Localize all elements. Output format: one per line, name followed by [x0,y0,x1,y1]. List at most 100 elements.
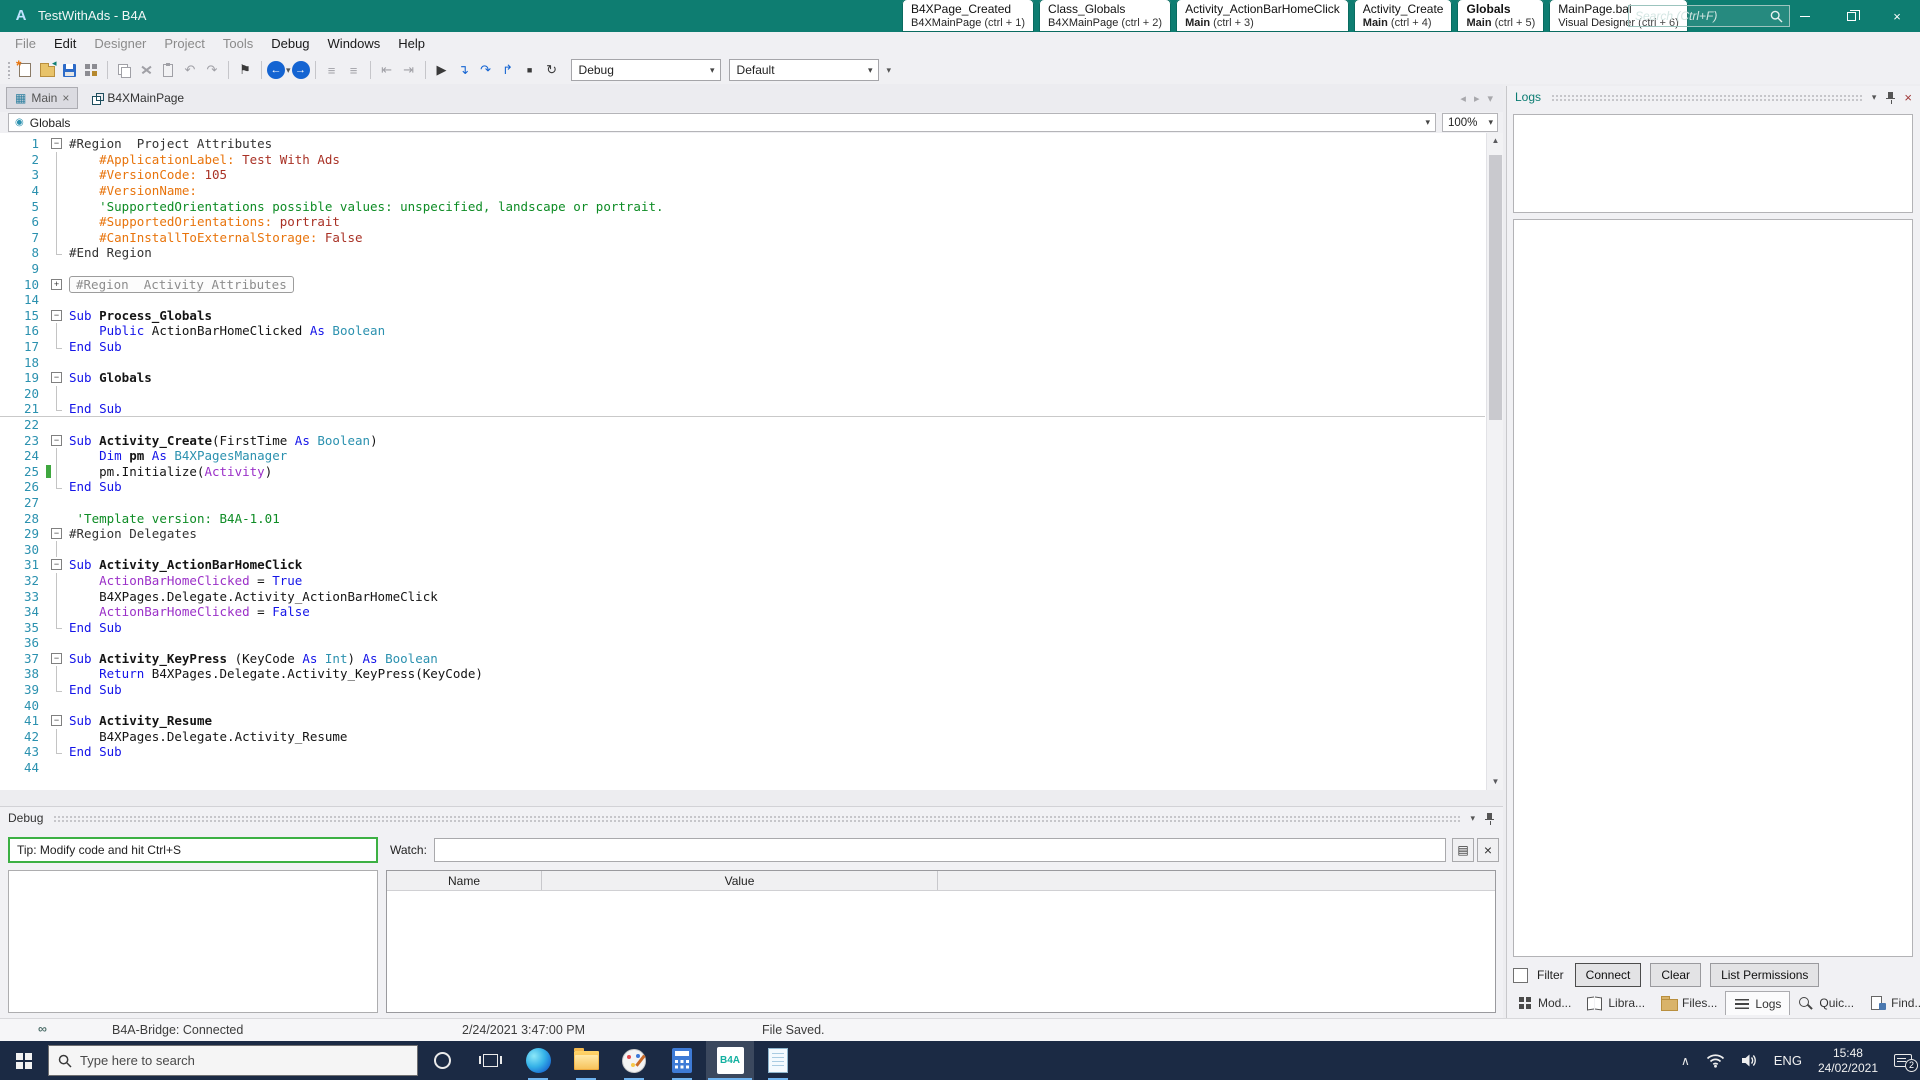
close-panel-icon[interactable]: × [1904,90,1912,105]
clear-button[interactable]: Clear [1650,963,1701,987]
watch-eval-icon[interactable]: ▤ [1452,838,1474,862]
taskbar-app-file-explorer[interactable] [562,1041,610,1080]
filter-checkbox[interactable] [1513,968,1528,983]
step-into-icon[interactable]: ↴ [453,59,475,81]
code-line[interactable]: 19−Sub Globals [0,370,1485,386]
taskbar-app-edge[interactable] [514,1041,562,1080]
list-permissions-button[interactable]: List Permissions [1710,963,1819,987]
code-line[interactable]: 41−Sub Activity_Resume [0,713,1485,729]
panel-tab-libra[interactable]: Libra... [1579,991,1653,1015]
minimize-button[interactable] [1782,0,1828,32]
outdent-icon[interactable]: ⇤ [376,59,398,81]
quick-nav-tab[interactable]: Class_GlobalsB4XMainPage (ctrl + 2) [1039,0,1171,32]
code-line[interactable]: 38 Return B4XPages.Delegate.Activity_Key… [0,666,1485,682]
cortana-button[interactable] [418,1041,466,1080]
code-line[interactable]: 32 ActionBarHomeClicked = True [0,573,1485,589]
code-line[interactable]: 25 pm.Initialize(Activity) [0,463,1485,479]
copy-icon[interactable] [113,59,135,81]
comment-icon[interactable]: ≡ [321,59,343,81]
panel-menu-icon[interactable]: ▾ [1872,92,1877,103]
fold-collapse-icon[interactable]: − [51,138,62,149]
panel-tab-logs[interactable]: Logs [1725,991,1790,1015]
action-center-icon[interactable]: 2 [1894,1053,1912,1069]
code-line[interactable]: 36 [0,635,1485,651]
language-indicator[interactable]: ENG [1774,1053,1802,1068]
connect-button[interactable]: Connect [1575,963,1642,987]
indent-icon[interactable]: ⇥ [398,59,420,81]
debug-output-box[interactable] [8,870,378,1013]
watch-table[interactable]: Name Value [386,870,1496,1013]
code-line[interactable]: 29−#Region Delegates [0,526,1485,542]
code-line[interactable]: 10+#Region Activity Attributes [0,276,1485,292]
fold-collapse-icon[interactable]: − [51,559,62,570]
new-file-icon[interactable] [14,59,36,81]
fold-collapse-icon[interactable]: − [51,310,62,321]
layout-variant-select[interactable]: Default ▾ [729,59,879,81]
code-line[interactable]: 21End Sub [0,401,1485,417]
restart-icon[interactable]: ↻ [541,59,563,81]
step-over-icon[interactable]: ↷ [475,59,497,81]
save-icon[interactable] [58,59,80,81]
sub-navigator-select[interactable]: ◉ Globals ▾ [8,113,1436,132]
taskbar-app-calculator[interactable] [658,1041,706,1080]
menu-help[interactable]: Help [389,32,434,56]
code-line[interactable]: 28 'Template version: B4A-1.01 [0,510,1485,526]
menu-edit[interactable]: Edit [45,32,85,56]
code-line[interactable]: 34 ActionBarHomeClicked = False [0,604,1485,620]
watch-col-name[interactable]: Name [387,871,542,890]
step-out-icon[interactable]: ↱ [497,59,519,81]
menu-debug[interactable]: Debug [262,32,318,56]
hidden-icons-chevron-icon[interactable]: ∧ [1681,1054,1690,1068]
menu-tools[interactable]: Tools [214,32,262,56]
code-line[interactable]: 18 [0,354,1485,370]
code-line[interactable]: 9 [0,261,1485,277]
fold-collapse-icon[interactable]: − [51,372,62,383]
code-line[interactable]: 17End Sub [0,339,1485,355]
panel-tab-mod[interactable]: Mod... [1509,991,1579,1015]
collapsed-region[interactable]: #Region Activity Attributes [69,276,294,293]
navigate-back-dropdown-icon[interactable]: ▾ [286,65,291,76]
quick-nav-tab[interactable]: Activity_CreateMain (ctrl + 4) [1354,0,1453,32]
uncomment-icon[interactable]: ≡ [343,59,365,81]
code-line[interactable]: 6 #SupportedOrientations: portrait [0,214,1485,230]
code-line[interactable]: 3 #VersionCode: 105 [0,167,1485,183]
code-line[interactable]: 22 [0,417,1485,433]
pin-icon[interactable] [1485,812,1495,825]
run-icon[interactable]: ▶ [431,59,453,81]
scrollbar-thumb[interactable] [1489,155,1502,420]
code-line[interactable]: 7 #CanInstallToExternalStorage: False [0,230,1485,246]
code-line[interactable]: 44 [0,760,1485,776]
code-line[interactable]: 39End Sub [0,682,1485,698]
navigate-forward-icon[interactable]: → [292,61,310,79]
menu-file[interactable]: File [6,32,45,56]
watch-clear-icon[interactable]: × [1477,838,1499,862]
menu-project[interactable]: Project [155,32,213,56]
find-module-icon[interactable] [80,59,102,81]
code-line[interactable]: 14 [0,292,1485,308]
quick-nav-tab[interactable]: Activity_ActionBarHomeClickMain (ctrl + … [1176,0,1349,32]
code-line[interactable]: 42 B4XPages.Delegate.Activity_Resume [0,729,1485,745]
code-line[interactable]: 5 'SupportedOrientations possible values… [0,198,1485,214]
restore-button[interactable] [1828,0,1874,32]
editor-vertical-scrollbar[interactable]: ▲ ▼ [1486,133,1503,790]
panel-tab-quic[interactable]: Quic... [1790,991,1862,1015]
menu-windows[interactable]: Windows [319,32,390,56]
scroll-tabs-left-icon[interactable]: ◂ [1460,92,1466,105]
tab-list-icon[interactable]: ▾ [1487,92,1493,105]
cut-icon[interactable] [135,59,157,81]
code-line[interactable]: 2 #ApplicationLabel: Test With Ads [0,152,1485,168]
redo-icon[interactable]: ↷ [201,59,223,81]
tab-b4xmainpage[interactable]: B4XMainPage [84,87,192,109]
code-line[interactable]: 26End Sub [0,479,1485,495]
volume-icon[interactable] [1741,1053,1758,1068]
code-line[interactable]: 33 B4XPages.Delegate.Activity_ActionBarH… [0,588,1485,604]
logs-output-box[interactable] [1513,219,1913,957]
fold-collapse-icon[interactable]: − [51,528,62,539]
code-line[interactable]: 1−#Region Project Attributes [0,136,1485,152]
undo-icon[interactable]: ↶ [179,59,201,81]
bookmark-icon[interactable]: ⚑ [234,59,256,81]
code-line[interactable]: 24 Dim pm As B4XPagesManager [0,448,1485,464]
task-view-button[interactable] [466,1041,514,1080]
watch-input[interactable] [434,838,1446,862]
panel-tab-find[interactable]: Find... [1862,991,1920,1015]
